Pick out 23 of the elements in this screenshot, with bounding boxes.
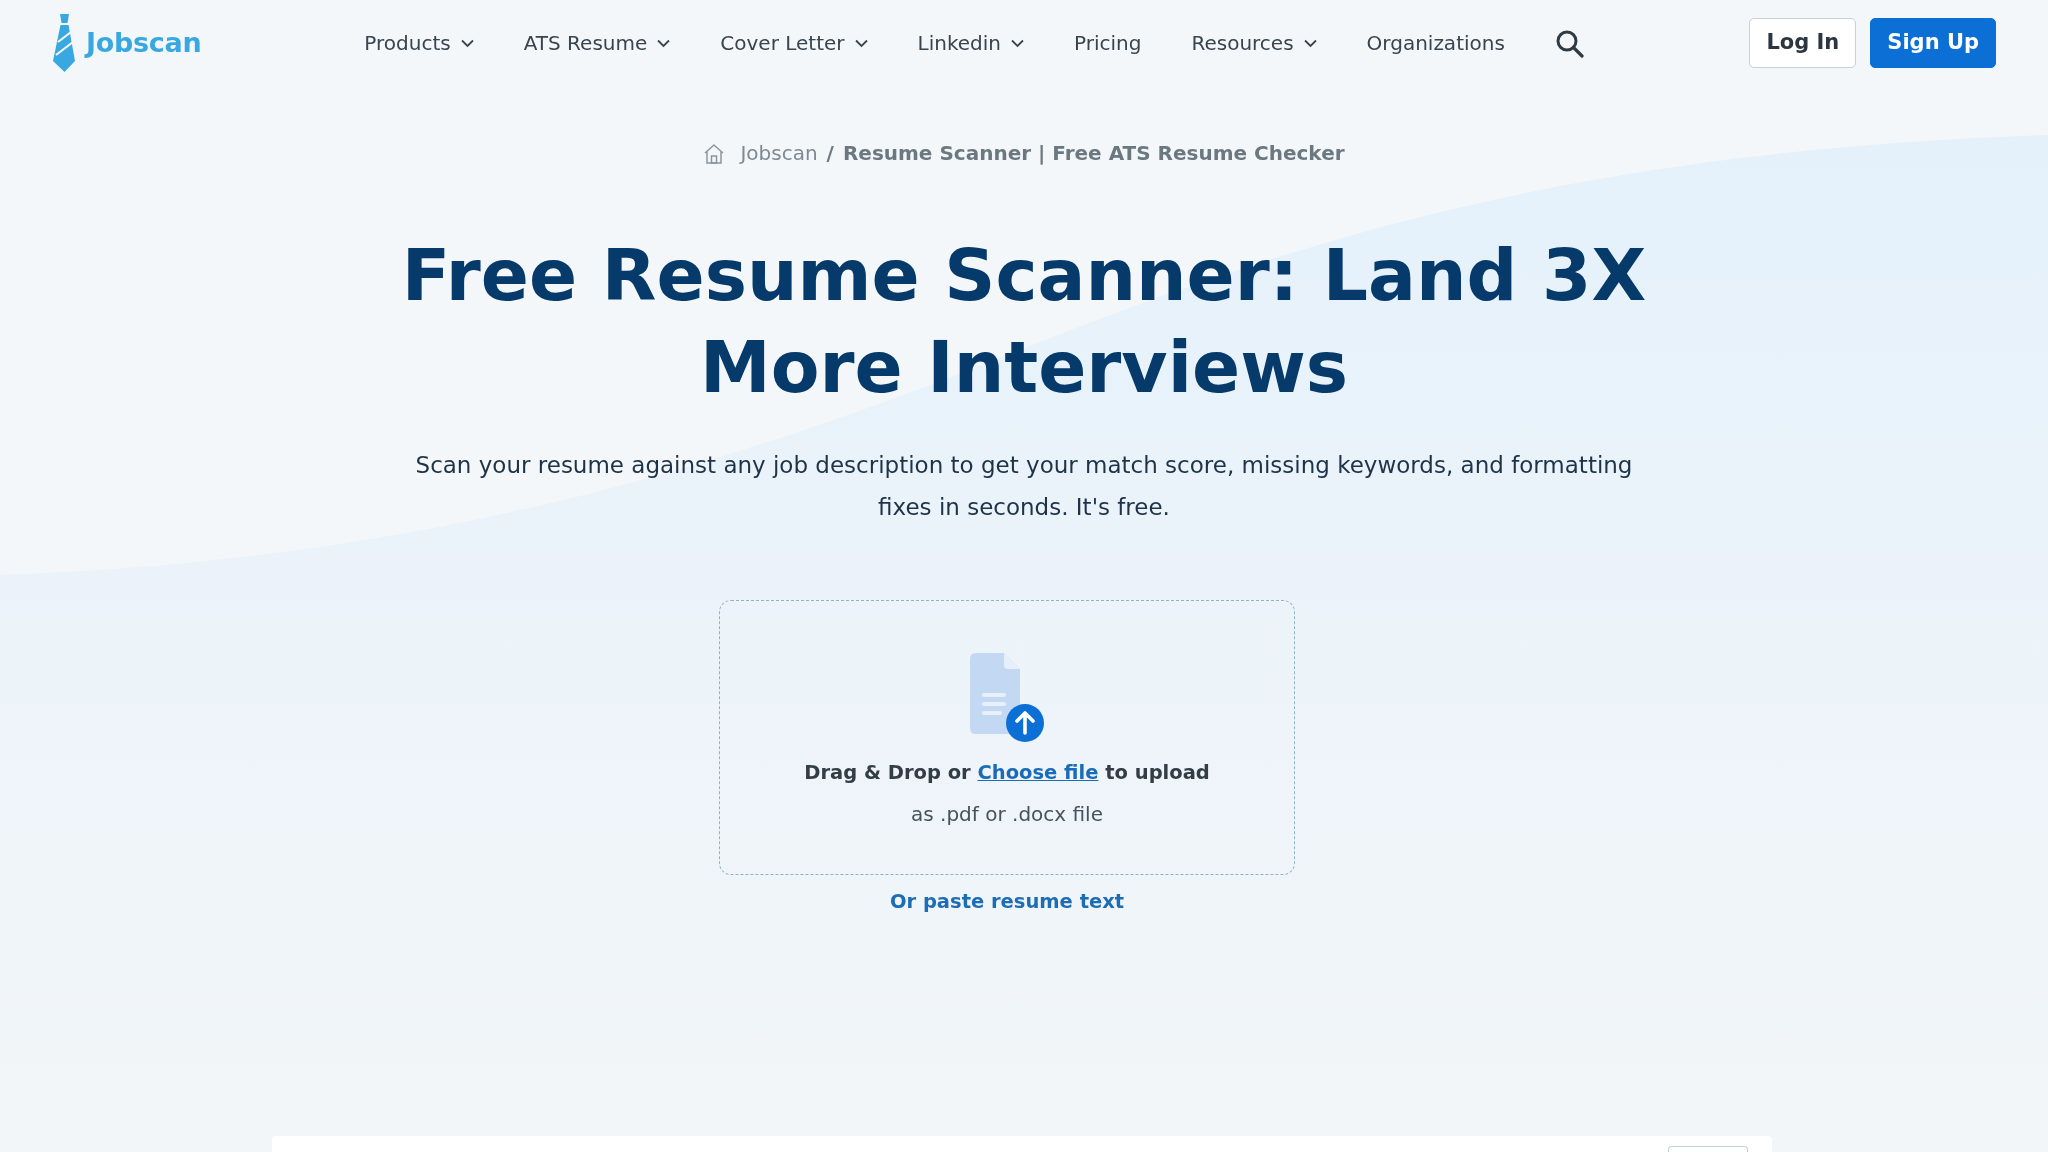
choose-file-link[interactable]: Choose file	[977, 761, 1099, 784]
nav-link[interactable]: Pricing	[1074, 28, 1142, 58]
sign-up-button[interactable]: Sign Up	[1870, 18, 1996, 68]
search-button[interactable]	[1554, 28, 1584, 58]
tie-icon	[52, 14, 76, 72]
nav-link[interactable]: Cover Letter	[720, 28, 868, 58]
breadcrumb-separator: /	[826, 140, 834, 167]
nav-link[interactable]: Resources	[1191, 28, 1317, 58]
breadcrumb-current: Resume Scanner | Free ATS Resume Checker	[842, 140, 1345, 167]
search-icon	[1554, 28, 1584, 58]
upload-dropzone[interactable]: Drag & Drop or Choose file to upload as .pdf or .docx file	[719, 600, 1295, 875]
page-subtitle: Scan your resume against any job description to get your match score, missing keywords, and formatting fixes in seconds. It's free.	[414, 451, 1634, 522]
home-icon	[703, 142, 726, 164]
log-in-button[interactable]: Log In	[1749, 18, 1857, 68]
nav-link[interactable]: Linkedin	[917, 28, 1024, 58]
file-type-hint: as .pdf or .docx file	[911, 801, 1103, 829]
nav-link[interactable]: ATS Resume	[523, 28, 671, 58]
upload-prompt: Drag & Drop or Choose file to upload	[804, 760, 1210, 786]
upload-file-icon	[969, 653, 1045, 742]
nav-link[interactable]: Products	[364, 28, 474, 58]
paste-text-link[interactable]: Or paste resume text	[889, 887, 1125, 917]
page-title: Free Resume Scanner: Land 3X More Interviews	[400, 233, 1648, 411]
nav-link[interactable]: Organizations	[1366, 28, 1505, 58]
